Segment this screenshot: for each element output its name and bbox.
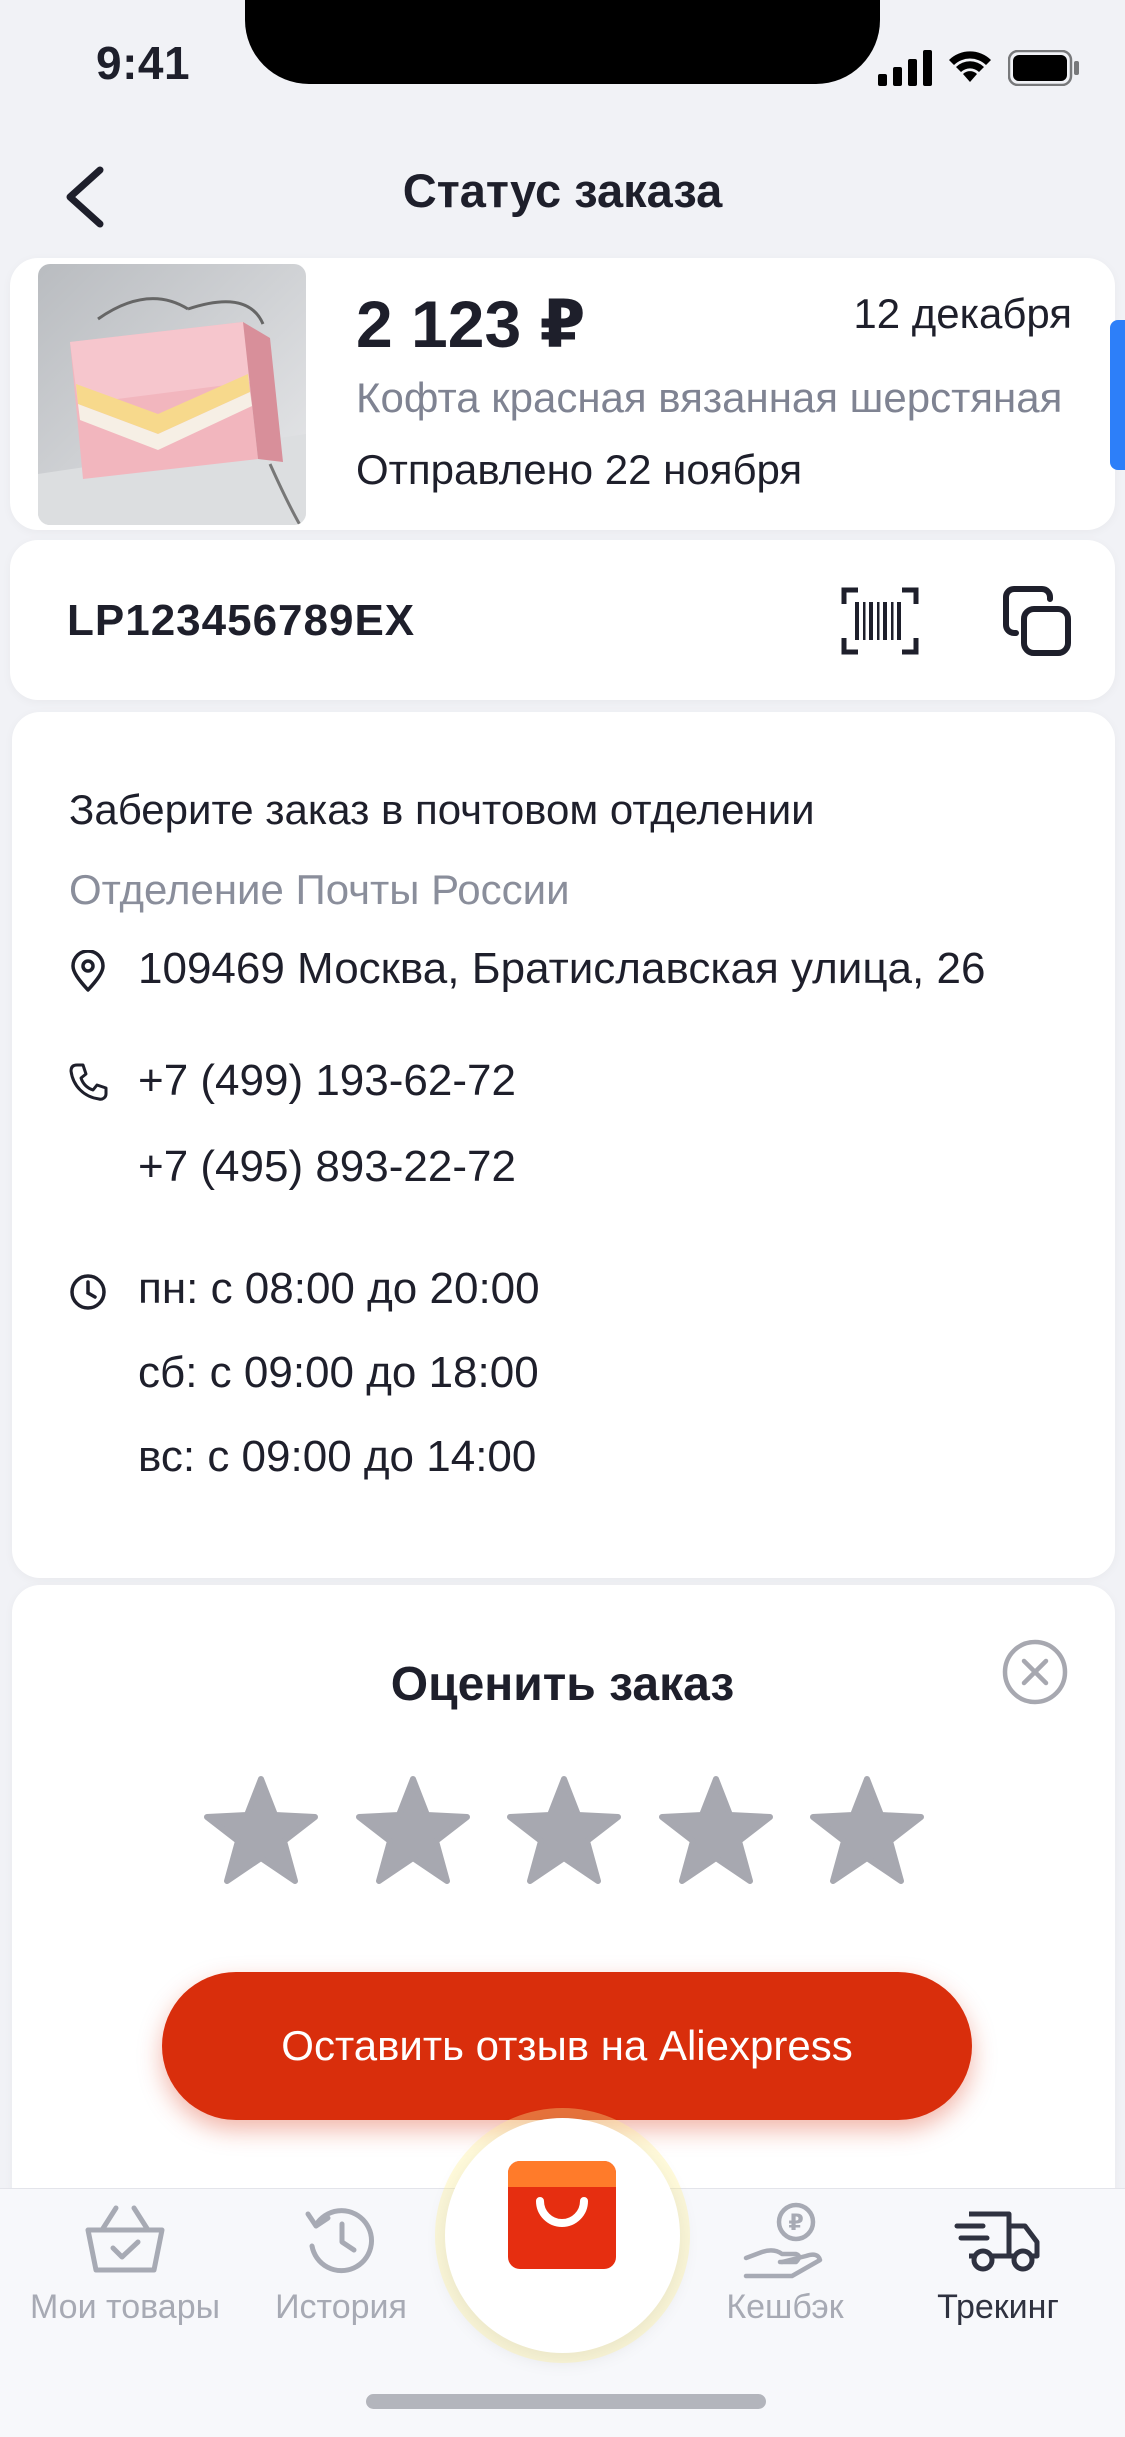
- leave-review-button[interactable]: Оставить отзыв на Aliexpress: [162, 1972, 972, 2120]
- product-image: [38, 264, 306, 525]
- tab-my-items[interactable]: Мои товары: [20, 2200, 230, 2327]
- wifi-icon: [949, 51, 991, 82]
- tab-label-cashback: Кешбэк: [726, 2288, 844, 2326]
- rating-title: Оценить заказ: [390, 1658, 735, 1711]
- rating-star-2[interactable]: [355, 1775, 471, 1885]
- scroll-edge-indicator: [1110, 320, 1125, 470]
- cellular-signal-icon: [878, 50, 932, 86]
- clock-icon: [70, 1274, 106, 1310]
- svg-text:₽: ₽: [788, 2211, 803, 2236]
- aliexpress-bag-icon[interactable]: [504, 2157, 620, 2273]
- page-title: Статус заказа: [402, 164, 723, 217]
- order-date: 12 декабря: [853, 290, 1072, 337]
- hours-saturday: сб: с 09:00 до 18:00: [138, 1348, 539, 1397]
- status-time: 9:41: [96, 37, 191, 89]
- hours-sunday: вс: с 09:00 до 14:00: [138, 1432, 537, 1481]
- tracking-number[interactable]: LP123456789EX: [67, 596, 415, 646]
- copy-icon[interactable]: [1000, 585, 1074, 659]
- phone-number-2[interactable]: +7 (495) 893-22-72: [138, 1142, 516, 1192]
- tab-history[interactable]: История: [236, 2200, 446, 2327]
- tab-label-my-items: Мои товары: [29, 2288, 221, 2326]
- tab-cashback[interactable]: ₽ Кешбэк: [680, 2200, 890, 2327]
- order-price: 2 123 ₽: [356, 287, 586, 361]
- location-pin-icon: [71, 950, 105, 992]
- tab-label-tracking: Трекинг: [937, 2288, 1059, 2326]
- shipped-status: Отправлено 22 ноября: [356, 446, 803, 493]
- basket-icon: [85, 2205, 165, 2273]
- rating-star-3[interactable]: [506, 1775, 622, 1885]
- hours-weekdays: пн: с 08:00 до 20:00: [138, 1264, 540, 1313]
- product-title: Кофта красная вязанная шерстяная: [356, 374, 1063, 421]
- history-icon: [305, 2208, 374, 2274]
- battery-icon: [1008, 50, 1079, 86]
- pickup-title: Заберите заказ в почтовом отделении: [69, 786, 815, 833]
- barcode-icon[interactable]: [840, 586, 920, 656]
- tab-label-history: История: [275, 2288, 407, 2326]
- post-office-name: Отделение Почты России: [69, 866, 570, 913]
- rating-star-1[interactable]: [203, 1775, 319, 1885]
- phone-icon: [69, 1063, 108, 1101]
- rating-star-5[interactable]: [809, 1775, 925, 1885]
- home-indicator: [366, 2394, 766, 2409]
- post-office-address[interactable]: 109469 Москва, Братиславская улица, 26: [138, 944, 985, 994]
- rating-star-4[interactable]: [658, 1775, 774, 1885]
- close-icon[interactable]: [1000, 1637, 1070, 1707]
- device-notch: [245, 0, 880, 84]
- cashback-icon: ₽: [743, 2202, 823, 2279]
- truck-icon: [954, 2211, 1040, 2272]
- phone-number-1[interactable]: +7 (499) 193-62-72: [138, 1056, 516, 1106]
- tab-tracking[interactable]: Трекинг: [893, 2200, 1103, 2327]
